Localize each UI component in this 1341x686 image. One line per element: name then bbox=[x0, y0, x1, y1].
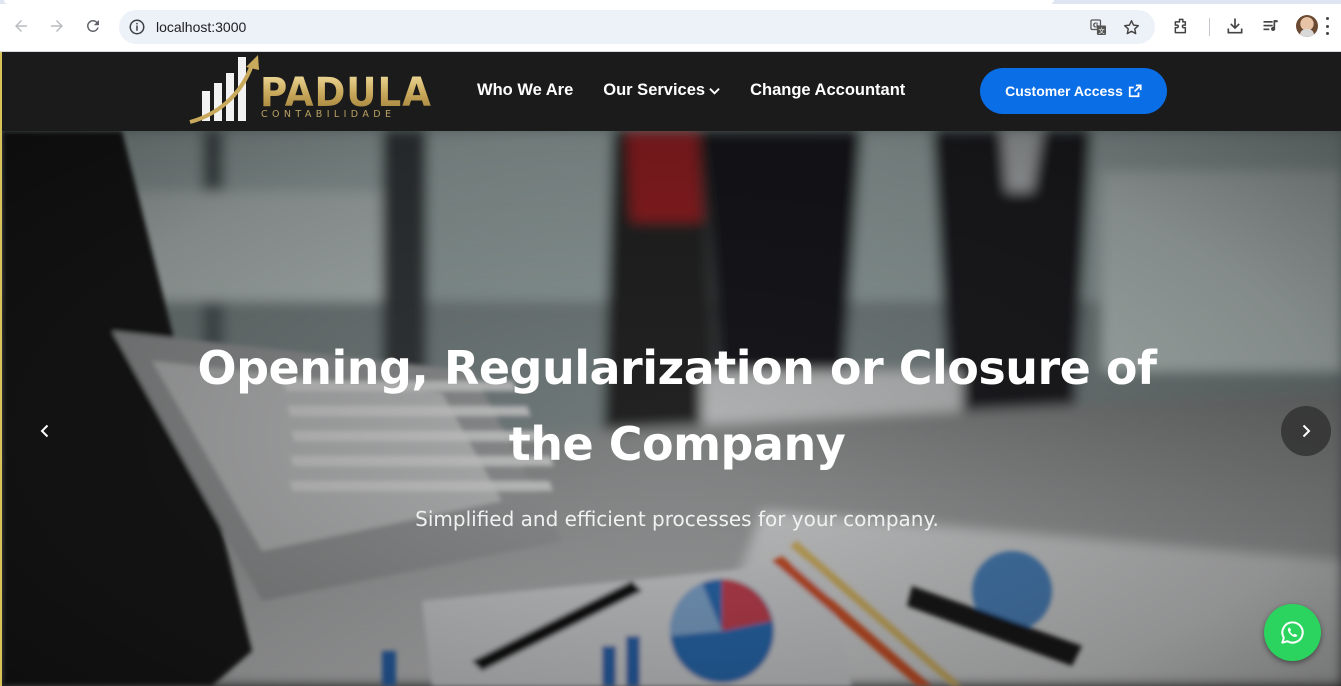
forward-icon bbox=[51, 20, 63, 32]
nav-change-accountant-label: Change Accountant bbox=[750, 81, 906, 99]
bookmark-star-icon[interactable] bbox=[1121, 17, 1141, 37]
whatsapp-button[interactable] bbox=[1264, 604, 1321, 661]
url-text[interactable]: localhost:3000 bbox=[156, 19, 246, 35]
forward-button[interactable] bbox=[45, 14, 69, 38]
tab-strip bbox=[0, 0, 1341, 4]
carousel-next-button[interactable] bbox=[1281, 406, 1331, 456]
site-logo[interactable]: PADULA CONTABILIDADE bbox=[188, 53, 431, 125]
address-bar[interactable]: localhost:3000 G文 bbox=[119, 10, 1155, 44]
customer-access-button[interactable]: Customer Access bbox=[980, 68, 1167, 114]
reload-button[interactable] bbox=[81, 14, 105, 38]
hero-carousel: Opening, Regularization or Closure of th… bbox=[2, 131, 1341, 686]
svg-text:文: 文 bbox=[1098, 26, 1105, 35]
logo-bars-icon bbox=[189, 55, 259, 124]
carousel-prev-button[interactable] bbox=[20, 406, 70, 456]
logo-wordmark: PADULA bbox=[260, 70, 432, 116]
hero-title: Opening, Regularization or Closure of th… bbox=[197, 341, 1157, 471]
back-icon bbox=[15, 20, 27, 32]
whatsapp-icon bbox=[1281, 621, 1304, 644]
media-queue-icon[interactable] bbox=[1260, 15, 1282, 37]
chevron-right-icon bbox=[1302, 424, 1311, 438]
profile-avatar[interactable] bbox=[1296, 15, 1318, 37]
toolbar-divider bbox=[1209, 18, 1210, 36]
nav-change-accountant[interactable]: Change Accountant bbox=[750, 81, 905, 100]
nav-our-services[interactable]: Our Services bbox=[603, 81, 720, 100]
reload-icon bbox=[86, 19, 99, 32]
customer-access-label: Customer Access bbox=[1005, 83, 1123, 99]
external-link-icon bbox=[1128, 84, 1142, 98]
nav-who-we-are-label: Who We Are bbox=[477, 81, 574, 99]
hero-subtitle: Simplified and efficient processes for y… bbox=[415, 507, 939, 531]
site-header: PADULA CONTABILIDADE Who We Are Our Serv… bbox=[2, 52, 1341, 131]
download-icon[interactable] bbox=[1224, 15, 1246, 37]
extensions-icon[interactable] bbox=[1171, 15, 1193, 37]
translate-icon[interactable]: G文 bbox=[1088, 17, 1108, 37]
browser-toolbar: localhost:3000 G文 bbox=[0, 0, 1341, 52]
site-info-icon[interactable] bbox=[128, 18, 146, 36]
back-button[interactable] bbox=[9, 14, 33, 38]
chevron-left-icon bbox=[40, 424, 49, 438]
menu-dots-icon[interactable] bbox=[1326, 17, 1330, 35]
nav-our-services-label: Our Services bbox=[603, 81, 706, 99]
page-viewport: PADULA CONTABILIDADE Who We Are Our Serv… bbox=[0, 52, 1341, 686]
main-nav: Who We Are Our Services Change Accountan… bbox=[477, 81, 905, 100]
logo-tagline: CONTABILIDADE bbox=[261, 109, 396, 120]
nav-who-we-are[interactable]: Who We Are bbox=[477, 81, 573, 100]
chevron-down-icon bbox=[709, 87, 720, 95]
